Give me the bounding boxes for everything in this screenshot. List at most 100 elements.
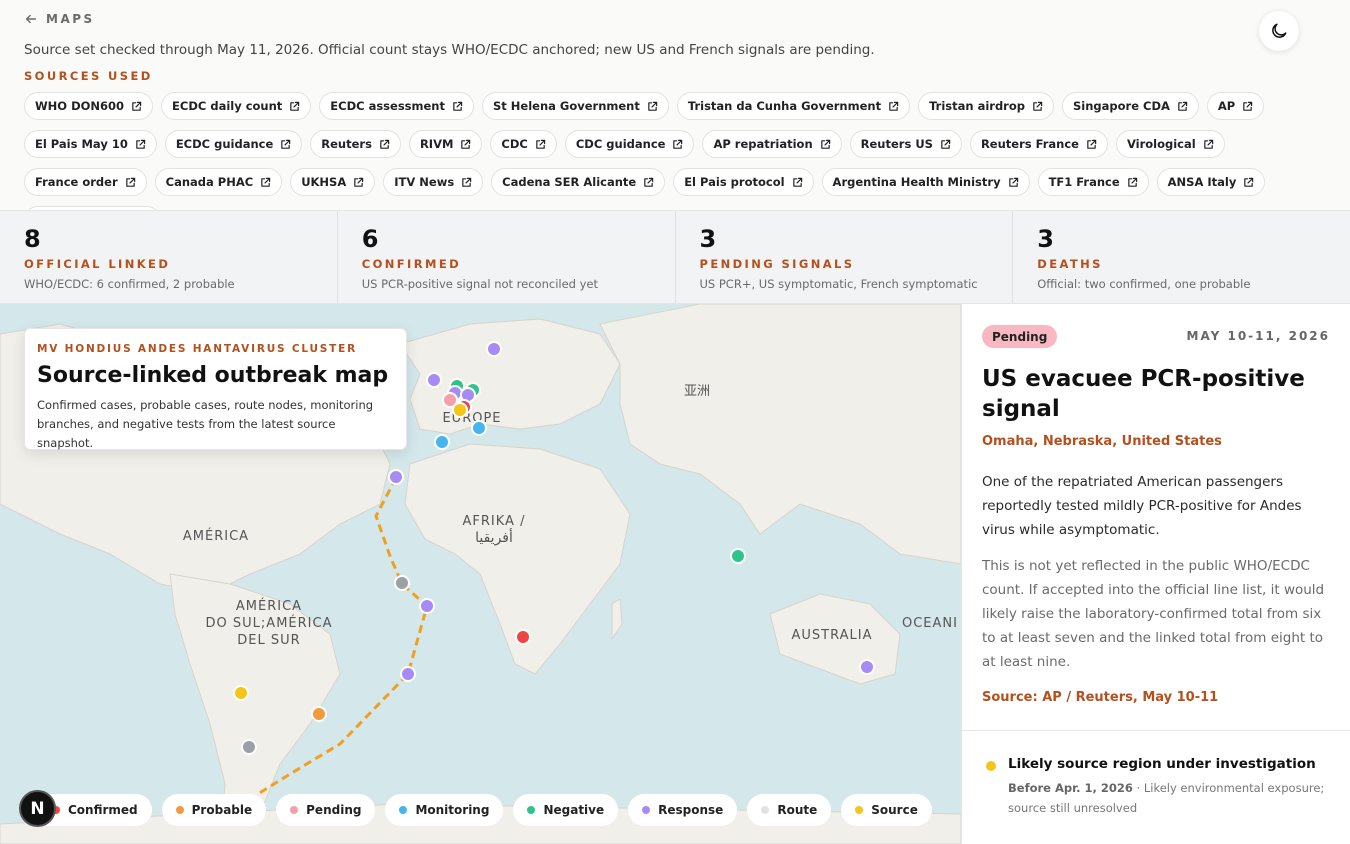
marker-monitoring[interactable]: [471, 420, 487, 436]
source-chip[interactable]: WHO DON600: [24, 92, 154, 120]
card-title: Source-linked outbreak map: [37, 363, 389, 388]
source-chip[interactable]: El Pais protocol: [673, 168, 814, 196]
detail-panel: Pending MAY 10-11, 2026 US evacuee PCR-p…: [961, 304, 1350, 844]
source-chip[interactable]: ITV News: [383, 168, 484, 196]
page-subtitle: Source set checked through May 11, 2026.…: [24, 42, 875, 58]
legend-pending[interactable]: Pending: [276, 794, 376, 826]
source-chip[interactable]: UKHSA: [290, 168, 376, 196]
marker-response[interactable]: [486, 341, 502, 357]
legend-response[interactable]: Response: [628, 794, 738, 826]
source-chip-label: AP repatriation: [713, 137, 813, 151]
source-chip[interactable]: Reuters: [310, 130, 401, 158]
source-chip[interactable]: Singapore CDA: [1062, 92, 1199, 120]
legend-monitoring[interactable]: Monitoring: [385, 794, 504, 826]
source-chip[interactable]: AP repatriation: [702, 130, 842, 158]
source-chip-label: RIVM: [419, 137, 454, 151]
external-link-icon: [792, 177, 802, 187]
source-chip[interactable]: TF1 France: [1037, 168, 1149, 196]
legend-label: Negative: [543, 803, 605, 817]
source-chip[interactable]: RIVM: [408, 130, 483, 158]
source-chip-label: TF1 France: [1048, 175, 1120, 189]
marker-confirmed[interactable]: [515, 629, 531, 645]
source-chip-label: Tristan da Cunha Government: [687, 99, 882, 113]
source-chip-label: WHO DON600: [35, 99, 125, 113]
source-chip-label: El Pais protocol: [684, 175, 785, 189]
stat-number: 3: [1037, 225, 1054, 253]
marker-negative[interactable]: [730, 548, 746, 564]
map-label-america: AMÉRICA: [183, 528, 249, 544]
map-legend: Confirmed Probable Pending Monitoring Ne…: [24, 794, 932, 826]
sources-label: SOURCES USED: [24, 69, 153, 83]
marker-response[interactable]: [388, 469, 404, 485]
source-chip-label: Reuters US: [860, 137, 933, 151]
theme-toggle-button[interactable]: [1259, 11, 1299, 51]
source-chip[interactable]: ECDC assessment: [319, 92, 474, 120]
legend-label: Monitoring: [415, 803, 490, 817]
map-label-asia: 亚洲: [684, 384, 710, 399]
source-chip-label: ECDC guidance: [175, 137, 274, 151]
detail-body: One of the repatriated American passenge…: [982, 474, 1302, 538]
source-chip[interactable]: ECDC daily count: [161, 92, 312, 120]
marker-source[interactable]: [452, 402, 468, 418]
external-link-icon: [136, 139, 146, 149]
external-link-icon: [261, 177, 271, 187]
back-link[interactable]: MAPS: [24, 12, 95, 26]
source-chip[interactable]: St Helena Government: [482, 92, 669, 120]
source-chip[interactable]: Argentina Health Ministry: [821, 168, 1030, 196]
source-chip[interactable]: AP: [1206, 92, 1265, 120]
external-link-icon: [354, 177, 364, 187]
map-info-card: MV HONDIUS ANDES HANTAVIRUS CLUSTER Sour…: [24, 328, 407, 450]
marker-probable[interactable]: [311, 706, 327, 722]
source-chip[interactable]: CDC guidance: [564, 130, 695, 158]
legend-probable[interactable]: Probable: [161, 794, 267, 826]
source-chip[interactable]: Reuters US: [849, 130, 962, 158]
source-chip-label: Tristan airdrop: [929, 99, 1025, 113]
legend-negative[interactable]: Negative: [513, 794, 619, 826]
map-label-africa: AFRIKA /: [463, 514, 526, 529]
source-chip-label: Reuters: [321, 137, 372, 151]
source-chip[interactable]: Canada PHAC: [154, 168, 283, 196]
marker-response[interactable]: [859, 659, 875, 675]
legend-dot: [527, 806, 536, 814]
external-link-icon: [461, 139, 471, 149]
legend-route[interactable]: Route: [747, 794, 832, 826]
marker-route[interactable]: [241, 739, 257, 755]
marker-monitoring[interactable]: [434, 434, 450, 450]
stat-pending: 3 PENDING SIGNALS US PCR+, US symptomati…: [676, 211, 1014, 303]
external-link-icon: [281, 139, 291, 149]
source-chip[interactable]: Tristan airdrop: [918, 92, 1054, 120]
marker-response[interactable]: [400, 666, 416, 682]
source-chip[interactable]: ANSA Italy: [1156, 168, 1266, 196]
marker-response[interactable]: [426, 372, 442, 388]
stat-deaths: 3 DEATHS Official: two confirmed, one pr…: [1013, 211, 1350, 303]
source-chip[interactable]: France order: [24, 168, 147, 196]
source-chip[interactable]: Tristan da Cunha Government: [676, 92, 911, 120]
event-date: MAY 10-11, 2026: [1186, 329, 1330, 343]
source-chip[interactable]: CDC: [490, 130, 557, 158]
stat-number: 8: [24, 225, 41, 253]
map-label-australia: AUSTRALIA: [792, 628, 873, 643]
header-area: MAPS Source set checked through May 11, …: [0, 0, 1350, 234]
legend-source[interactable]: Source: [841, 794, 932, 826]
source-chip[interactable]: Reuters France: [969, 130, 1108, 158]
timeline-date: Before Apr. 1, 2026: [1008, 781, 1133, 795]
source-chip[interactable]: Cadena SER Alicante: [491, 168, 666, 196]
source-chip[interactable]: ECDC guidance: [164, 130, 303, 158]
external-link-icon: [1008, 177, 1018, 187]
dev-tools-badge[interactable]: N: [19, 790, 56, 827]
legend-label: Confirmed: [68, 803, 138, 817]
stat-label: OFFICIAL LINKED: [24, 257, 171, 271]
marker-source[interactable]: [233, 685, 249, 701]
external-link-icon: [1203, 139, 1213, 149]
external-link-icon: [1178, 101, 1188, 111]
marker-route[interactable]: [394, 575, 410, 591]
outbreak-map[interactable]: EUROPE 亚洲 AFRIKA / أفريقيا AMÉRICA AMÉRI…: [0, 304, 961, 844]
source-chip-label: CDC: [501, 137, 528, 151]
timeline-item[interactable]: Likely source region under investigation…: [982, 756, 1332, 818]
source-chip[interactable]: Virological: [1115, 130, 1225, 158]
source-chip-label: Virological: [1126, 137, 1196, 151]
stat-desc: US PCR-positive signal not reconciled ye…: [361, 277, 599, 291]
status-badge: Pending: [982, 325, 1058, 348]
marker-response[interactable]: [419, 598, 435, 614]
source-chip[interactable]: El Pais May 10: [24, 130, 157, 158]
